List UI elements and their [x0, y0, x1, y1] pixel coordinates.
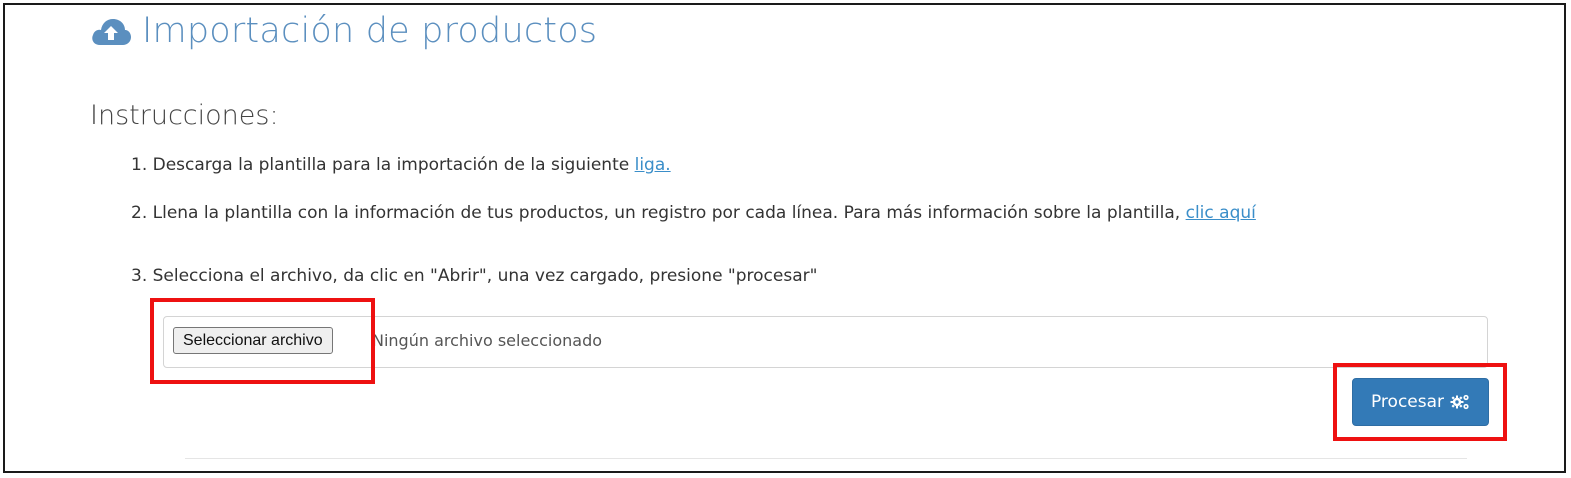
cloud-upload-icon	[90, 13, 132, 49]
instructions-heading: Instrucciones:	[90, 100, 279, 131]
template-info-link[interactable]: clic aquí	[1186, 203, 1256, 223]
select-file-button[interactable]: Seleccionar archivo	[173, 327, 333, 354]
process-button-label: Procesar	[1370, 392, 1445, 412]
file-status-text: Ningún archivo seleccionado	[372, 331, 603, 350]
instruction-step-1: 1. Descarga la plantilla para la importa…	[131, 155, 671, 175]
gears-icon	[1450, 393, 1470, 411]
step-1-text: 1. Descarga la plantilla para la importa…	[131, 155, 635, 175]
page-header: Importación de productos	[90, 6, 597, 56]
file-input-field[interactable]: Seleccionar archivo Ningún archivo selec…	[163, 316, 1488, 368]
page-title: Importación de productos	[142, 11, 598, 51]
instruction-step-3: 3. Selecciona el archivo, da clic en "Ab…	[131, 266, 818, 286]
instruction-step-2: 2. Llena la plantilla con la información…	[131, 203, 1256, 223]
divider	[185, 458, 1467, 459]
template-download-link[interactable]: liga.	[635, 155, 671, 175]
step-2-text: 2. Llena la plantilla con la información…	[131, 203, 1186, 223]
page-frame	[3, 3, 1566, 473]
process-button[interactable]: Procesar	[1352, 378, 1489, 426]
